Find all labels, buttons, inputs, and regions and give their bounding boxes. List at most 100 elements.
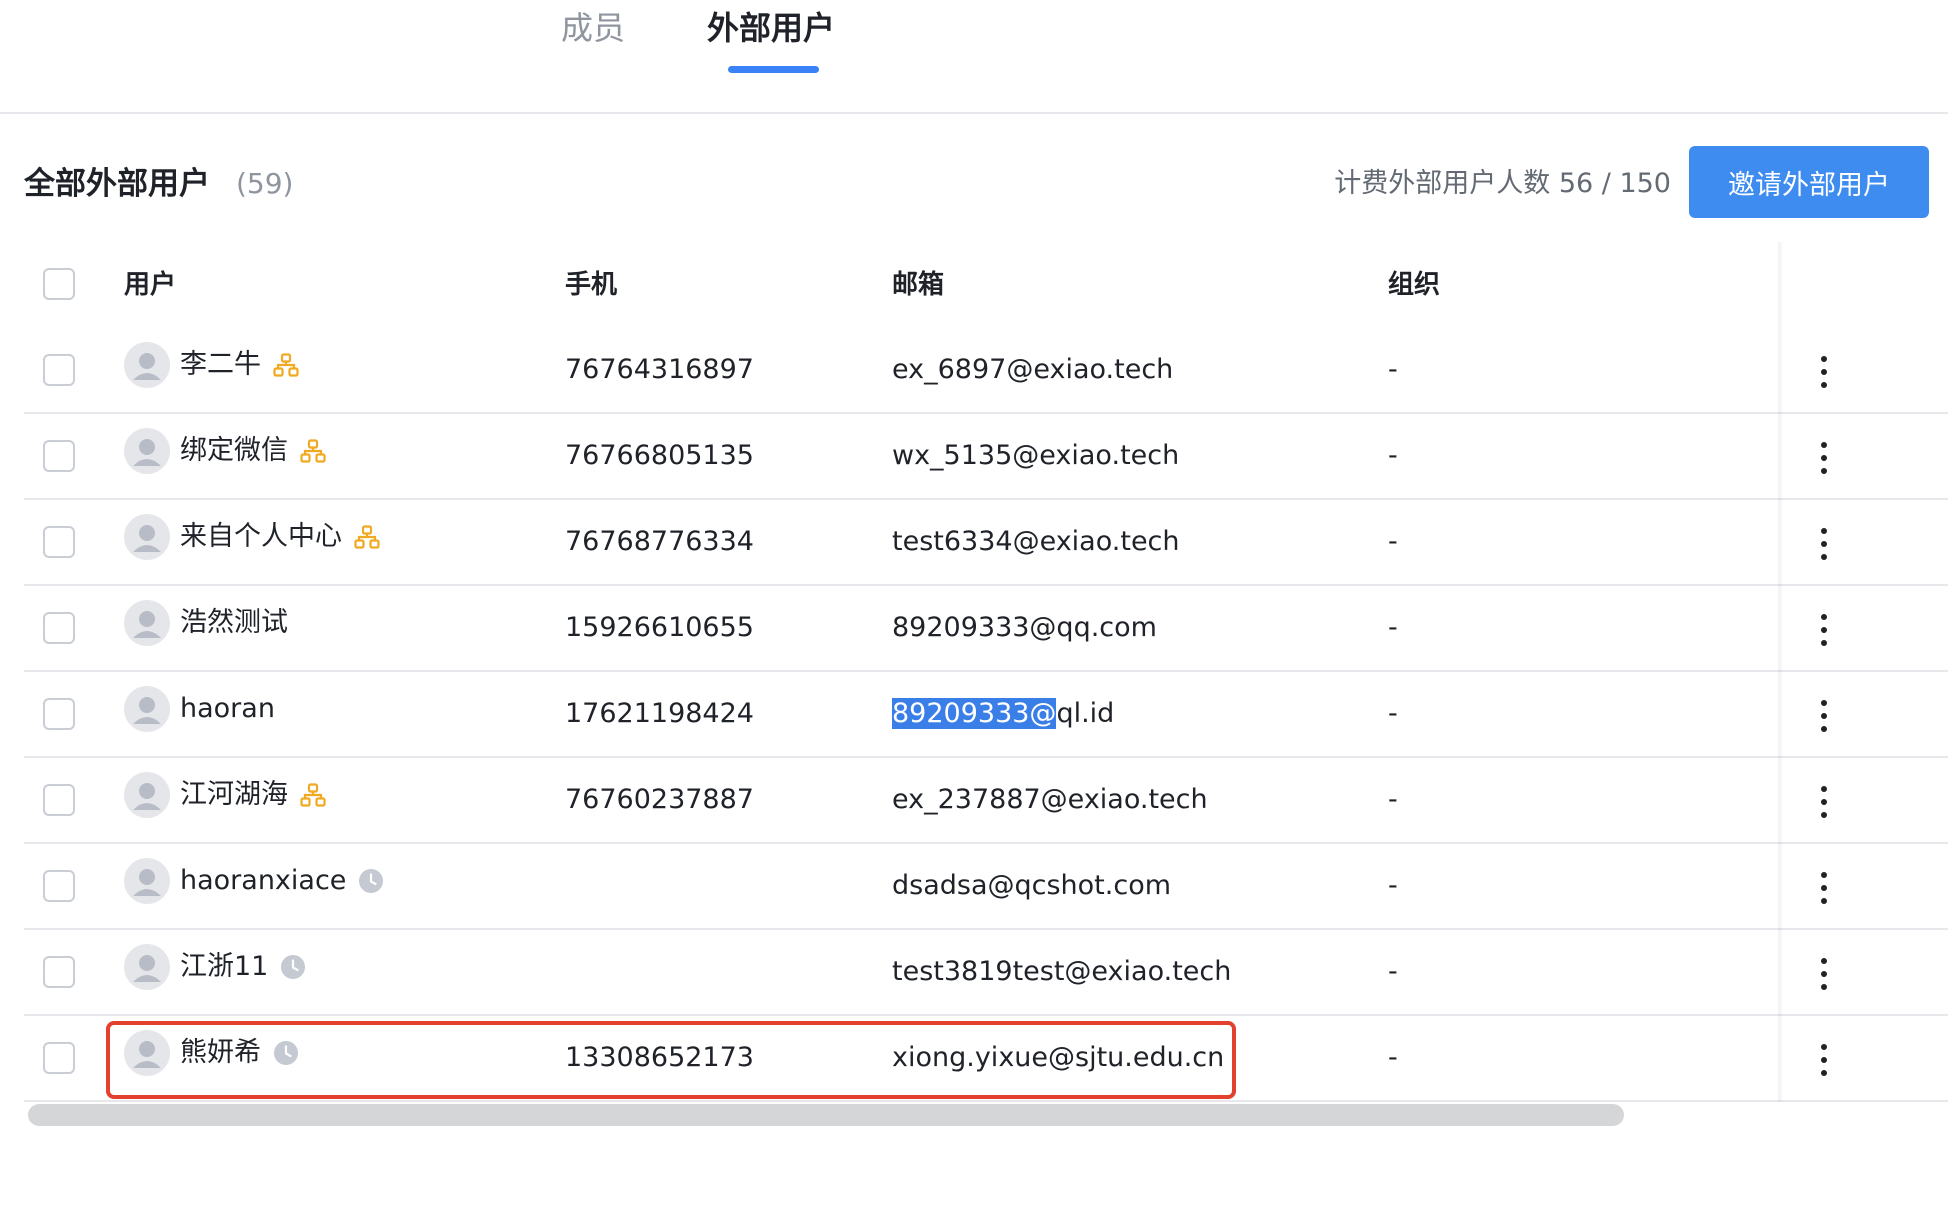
email-cell: ex_6897@exiao.tech bbox=[892, 348, 1173, 392]
user-name: 熊妍希 bbox=[180, 1037, 261, 1068]
phone-cell: 13308652173 bbox=[565, 1042, 754, 1073]
active-tab-indicator bbox=[728, 66, 819, 73]
table-row[interactable]: 来自个人中心 76768776334 test6334@exiao.tech - bbox=[24, 500, 1948, 586]
column-header-phone: 手机 bbox=[565, 270, 618, 300]
more-actions-icon[interactable] bbox=[1810, 524, 1838, 564]
more-actions-icon[interactable] bbox=[1810, 868, 1838, 908]
more-actions-icon[interactable] bbox=[1810, 782, 1838, 822]
tab-members[interactable]: 成员 bbox=[561, 6, 625, 50]
row-checkbox[interactable] bbox=[43, 440, 75, 472]
email-cell: test6334@exiao.tech bbox=[892, 520, 1180, 564]
email-text: ex_6897@exiao.tech bbox=[892, 354, 1174, 385]
clock-icon bbox=[280, 954, 306, 980]
email-text: dsadsa@qcshot.com bbox=[892, 870, 1172, 901]
org-cell: - bbox=[1388, 612, 1398, 643]
user-name: 江浙11 bbox=[180, 951, 269, 982]
default-avatar-icon bbox=[133, 525, 161, 552]
row-checkbox[interactable] bbox=[43, 698, 75, 730]
email-cell: wx_5135@exiao.tech bbox=[892, 434, 1179, 478]
more-actions-icon[interactable] bbox=[1810, 352, 1838, 392]
more-actions-icon[interactable] bbox=[1810, 696, 1838, 736]
table-row[interactable]: haoranxiace dsadsa@qcshot.com - bbox=[24, 844, 1948, 930]
row-checkbox[interactable] bbox=[43, 526, 75, 558]
avatar bbox=[124, 772, 170, 818]
table-header: 用户 手机 邮箱 组织 bbox=[24, 242, 1948, 328]
user-name: 江河湖海 bbox=[180, 779, 288, 810]
email-cell: dsadsa@qcshot.com bbox=[892, 864, 1171, 908]
more-actions-icon[interactable] bbox=[1810, 610, 1838, 650]
user-cell: haoran bbox=[124, 686, 275, 732]
user-cell: 来自个人中心 bbox=[124, 514, 380, 560]
email-cell: xiong.yixue@sjtu.edu.cn bbox=[892, 1036, 1224, 1080]
org-cell: - bbox=[1388, 784, 1398, 815]
avatar bbox=[124, 1030, 170, 1076]
row-checkbox[interactable] bbox=[43, 870, 75, 902]
phone-cell: 17621198424 bbox=[565, 698, 754, 729]
avatar bbox=[124, 944, 170, 990]
external-users-table: 用户 手机 邮箱 组织 李二牛 76764316897 ex_6897@exia… bbox=[24, 242, 1948, 1102]
user-cell: 熊妍希 bbox=[124, 1030, 299, 1076]
more-actions-icon[interactable] bbox=[1810, 954, 1838, 994]
email-text: test3819test@exiao.tech bbox=[892, 956, 1232, 987]
table-row[interactable]: 江河湖海 76760237887 ex_237887@exiao.tech - bbox=[24, 758, 1948, 844]
email-text: ql.id bbox=[1056, 698, 1115, 729]
org-icon bbox=[300, 439, 326, 463]
row-checkbox[interactable] bbox=[43, 956, 75, 988]
email-text: xiong.yixue@sjtu.edu.cn bbox=[892, 1042, 1225, 1073]
column-header-org: 组织 bbox=[1388, 270, 1441, 300]
org-cell: - bbox=[1388, 1042, 1398, 1073]
section-count: (59) bbox=[236, 167, 294, 200]
user-cell: 李二牛 bbox=[124, 342, 299, 388]
phone-cell: 76760237887 bbox=[565, 784, 754, 815]
select-all-checkbox[interactable] bbox=[43, 268, 75, 300]
org-cell: - bbox=[1388, 956, 1398, 987]
user-cell: haoranxiace bbox=[124, 858, 384, 904]
avatar bbox=[124, 600, 170, 646]
clock-icon bbox=[358, 868, 384, 894]
avatar bbox=[124, 514, 170, 560]
row-checkbox[interactable] bbox=[43, 612, 75, 644]
user-name: 绑定微信 bbox=[180, 435, 288, 466]
tab-bar: 成员 外部用户 bbox=[0, 0, 1948, 114]
avatar bbox=[124, 428, 170, 474]
row-checkbox[interactable] bbox=[43, 784, 75, 816]
phone-cell: 76768776334 bbox=[565, 526, 754, 557]
row-checkbox[interactable] bbox=[43, 354, 75, 386]
user-name: 浩然测试 bbox=[180, 607, 288, 638]
tab-external-users[interactable]: 外部用户 bbox=[707, 6, 835, 50]
user-cell: 浩然测试 bbox=[124, 600, 288, 646]
table-row[interactable]: 江浙11 test3819test@exiao.tech - bbox=[24, 930, 1948, 1016]
horizontal-scrollbar-thumb[interactable] bbox=[28, 1104, 1624, 1126]
table-row[interactable]: haoran 17621198424 89209333@ql.id - bbox=[24, 672, 1948, 758]
more-actions-icon[interactable] bbox=[1810, 1040, 1838, 1080]
clock-icon bbox=[281, 955, 306, 979]
default-avatar-icon bbox=[133, 869, 161, 896]
org-icon bbox=[354, 525, 380, 549]
table-row[interactable]: 熊妍希 13308652173 xiong.yixue@sjtu.edu.cn … bbox=[24, 1016, 1948, 1102]
column-header-email: 邮箱 bbox=[892, 270, 945, 300]
phone-cell: 15926610655 bbox=[565, 612, 754, 643]
row-checkbox[interactable] bbox=[43, 1042, 75, 1074]
more-actions-icon[interactable] bbox=[1810, 438, 1838, 478]
billing-count: 计费外部用户人数 56 / 150 bbox=[1334, 168, 1671, 199]
table-body: 李二牛 76764316897 ex_6897@exiao.tech - 绑定微… bbox=[24, 328, 1948, 1102]
default-avatar-icon bbox=[133, 1041, 161, 1068]
phone-cell: 76766805135 bbox=[565, 440, 754, 471]
org-icon bbox=[273, 353, 299, 377]
invite-external-user-button[interactable]: 邀请外部用户 bbox=[1689, 146, 1929, 218]
org-cell: - bbox=[1388, 698, 1398, 729]
table-row[interactable]: 绑定微信 76766805135 wx_5135@exiao.tech - bbox=[24, 414, 1948, 500]
avatar bbox=[124, 686, 170, 732]
email-text: test6334@exiao.tech bbox=[892, 526, 1180, 557]
user-cell: 江浙11 bbox=[124, 944, 306, 990]
fixed-column-shadow bbox=[1778, 242, 1784, 1102]
horizontal-scrollbar[interactable] bbox=[28, 1104, 1624, 1126]
clock-icon bbox=[274, 1041, 298, 1065]
table-row[interactable]: 李二牛 76764316897 ex_6897@exiao.tech - bbox=[24, 328, 1948, 414]
user-name: 李二牛 bbox=[180, 349, 261, 380]
table-row[interactable]: 浩然测试 15926610655 89209333@qq.com - bbox=[24, 586, 1948, 672]
default-avatar-icon bbox=[133, 439, 161, 466]
org-cell: - bbox=[1388, 526, 1398, 557]
email-cell: test3819test@exiao.tech bbox=[892, 950, 1231, 994]
org-icon bbox=[300, 783, 326, 807]
